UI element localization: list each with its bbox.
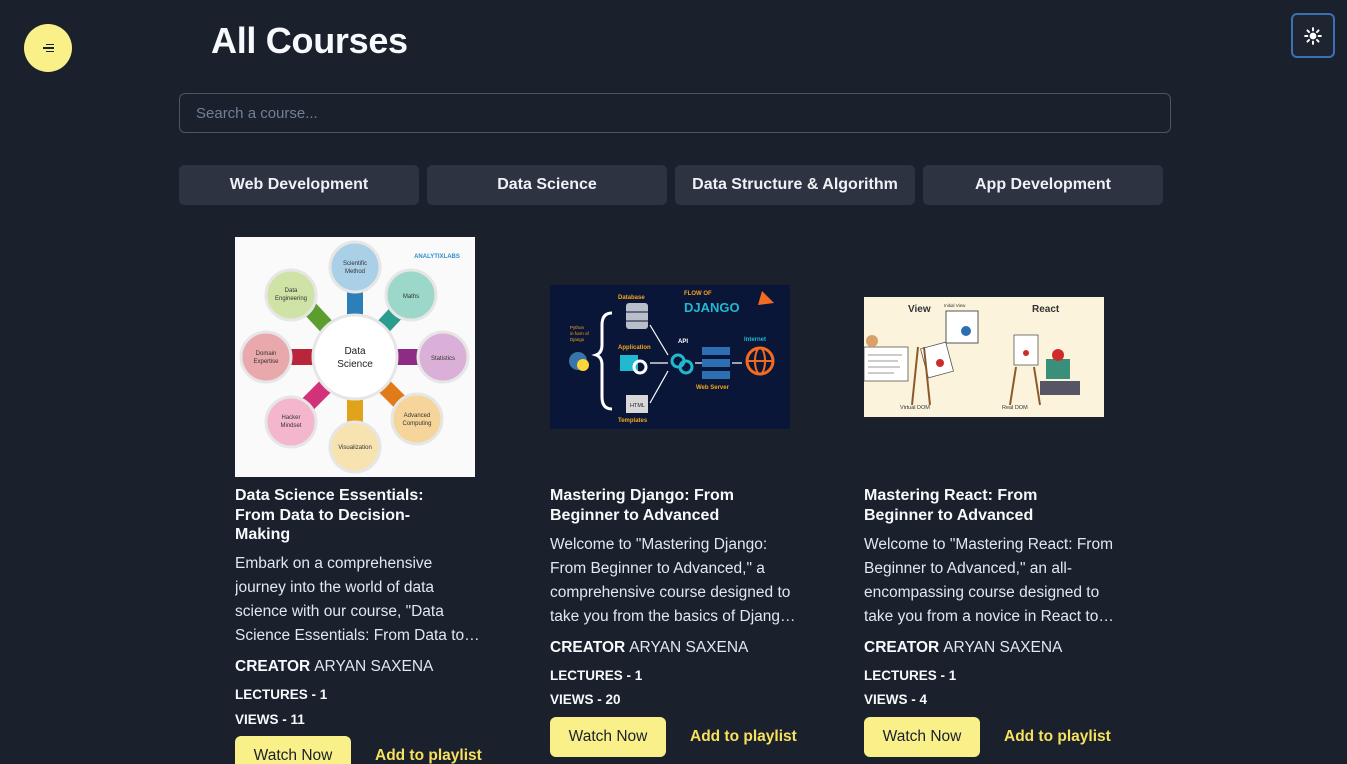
- python-note: in form of: [570, 331, 590, 336]
- flow-of-text: FLOW OF: [684, 291, 712, 297]
- course-title: Data Science Essentials: From Data to De…: [235, 487, 424, 543]
- python-note: Python: [570, 325, 585, 330]
- react-vdom-diagram: View React Initial View Virtual DOM Real…: [864, 297, 1104, 417]
- lectures-count: LECTURES - 1: [235, 687, 328, 702]
- views-count: VIEWS - 11: [235, 712, 305, 727]
- django-flow-diagram: FLOW OF DJANGO Database Python in form o…: [550, 285, 790, 429]
- templates-label: Templates: [618, 418, 648, 424]
- python-note: Django: [570, 337, 585, 342]
- course-creator: CREATOR ARYAN SAXENA: [235, 658, 433, 676]
- course-description: Embark on a comprehensive journey into t…: [235, 555, 465, 644]
- virtual-dom-label: Virtual DOM: [900, 405, 930, 411]
- theme-toggle-button[interactable]: [1291, 13, 1335, 58]
- category-data-science[interactable]: Data Science: [427, 165, 667, 205]
- views-count: VIEWS - 20: [550, 692, 621, 707]
- node-label: Scientific: [343, 261, 367, 267]
- react-label: React: [1032, 304, 1060, 315]
- html-label: HTML: [630, 403, 645, 409]
- node-label: Visualization: [338, 445, 372, 451]
- initial-view-label: Initial View: [944, 303, 966, 308]
- center-label: Science: [337, 359, 373, 370]
- search-input[interactable]: [179, 93, 1171, 133]
- node-label: Mindset: [280, 423, 301, 429]
- category-bar: Web Development Data Science Data Struct…: [179, 165, 1163, 205]
- creator-name: ARYAN SAXENA: [629, 639, 749, 656]
- menu-button[interactable]: [24, 24, 72, 72]
- creator-label: CREATOR: [235, 658, 311, 675]
- node-label: Domain: [256, 351, 277, 357]
- course-title: Mastering Django: From Beginner to Advan…: [550, 487, 735, 524]
- course-thumbnail: View React Initial View Virtual DOM Real…: [864, 297, 1104, 417]
- data-science-diagram: Scientific Method Maths Statistics Advan…: [235, 237, 475, 477]
- application-label: Application: [618, 345, 651, 351]
- lectures-count: LECTURES - 1: [550, 668, 643, 683]
- node-label: Computing: [402, 421, 431, 427]
- course-thumbnail: Scientific Method Maths Statistics Advan…: [235, 237, 475, 477]
- course-title: Mastering React: From Beginner to Advanc…: [864, 487, 1038, 524]
- database-label: Database: [618, 295, 645, 301]
- api-label: API: [678, 339, 688, 345]
- node-label: Data: [285, 288, 298, 294]
- brand-logo: ANALYTIXLABS: [414, 254, 460, 260]
- category-dsa[interactable]: Data Structure & Algorithm: [675, 165, 915, 205]
- watch-now-button[interactable]: Watch Now: [550, 717, 666, 757]
- node-label: Method: [345, 269, 365, 275]
- lectures-count: LECTURES - 1: [864, 668, 957, 683]
- creator-name: ARYAN SAXENA: [943, 639, 1063, 656]
- center-label: Data: [344, 346, 366, 357]
- creator-name: ARYAN SAXENA: [314, 658, 434, 675]
- sun-icon: [1304, 26, 1322, 45]
- watch-now-button[interactable]: Watch Now: [235, 736, 351, 764]
- creator-label: CREATOR: [864, 639, 940, 656]
- add-to-playlist-button[interactable]: Add to playlist: [1004, 717, 1111, 757]
- page-title: All Courses: [211, 20, 408, 61]
- node-label: Advanced: [404, 413, 431, 419]
- internet-label: Internet: [744, 337, 766, 343]
- course-creator: CREATOR ARYAN SAXENA: [550, 639, 748, 657]
- real-dom-label: Real DOM: [1002, 405, 1028, 411]
- node-label: Expertise: [253, 359, 279, 365]
- web-server-label: Web Server: [696, 385, 730, 391]
- course-creator: CREATOR ARYAN SAXENA: [864, 639, 1062, 657]
- category-app-development[interactable]: App Development: [923, 165, 1163, 205]
- node-label: Maths: [403, 294, 419, 300]
- view-label: View: [908, 304, 931, 315]
- add-to-playlist-button[interactable]: Add to playlist: [375, 736, 482, 764]
- add-to-playlist-button[interactable]: Add to playlist: [690, 717, 797, 757]
- menu-lines-icon: [42, 43, 54, 53]
- course-description: Welcome to "Mastering React: From Beginn…: [864, 536, 1113, 625]
- watch-now-button[interactable]: Watch Now: [864, 717, 980, 757]
- views-count: VIEWS - 4: [864, 692, 928, 707]
- creator-label: CREATOR: [550, 639, 626, 656]
- course-description: Welcome to "Mastering Django: From Begin…: [550, 536, 791, 625]
- node-label: Statistics: [431, 356, 455, 362]
- category-web-development[interactable]: Web Development: [179, 165, 419, 205]
- node-label: Hacker: [281, 415, 300, 421]
- course-thumbnail: FLOW OF DJANGO Database Python in form o…: [550, 285, 790, 429]
- django-text: DJANGO: [684, 300, 740, 315]
- node-label: Engineering: [275, 296, 307, 302]
